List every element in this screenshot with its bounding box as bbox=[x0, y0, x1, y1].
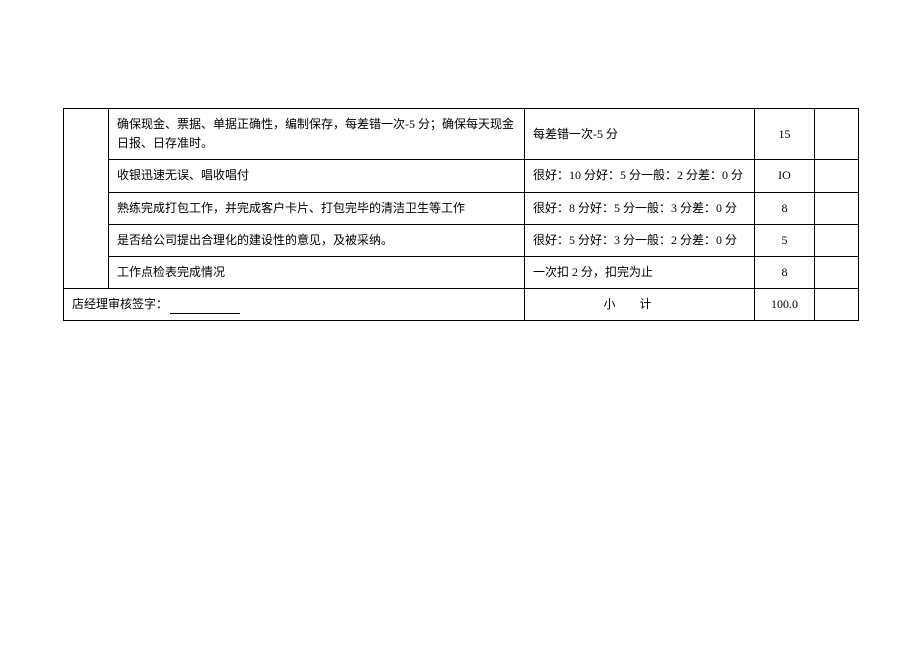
subtotal-label-cell: 小计 bbox=[525, 289, 755, 321]
empty-cell bbox=[815, 256, 859, 288]
desc-cell: 确保现金、票据、单据正确性，编制保存，每差错一次-5 分；确保每天现金日报、日存… bbox=[109, 109, 525, 160]
criteria-cell: 一次扣 2 分，扣完为止 bbox=[525, 256, 755, 288]
empty-cell bbox=[815, 289, 859, 321]
score-cell: 8 bbox=[755, 256, 815, 288]
desc-cell: 是否给公司提出合理化的建设性的意见，及被采纳。 bbox=[109, 224, 525, 256]
criteria-cell: 很好：10 分好：5 分一般：2 分差：0 分 bbox=[525, 160, 755, 192]
score-cell: 15 bbox=[755, 109, 815, 160]
signature-cell: 店经理审核签字： bbox=[64, 289, 525, 321]
score-cell: 8 bbox=[755, 192, 815, 224]
evaluation-table: 确保现金、票据、单据正确性，编制保存，每差错一次-5 分；确保每天现金日报、日存… bbox=[63, 108, 859, 321]
empty-cell bbox=[815, 192, 859, 224]
criteria-cell: 很好：5 分好：3 分一般：2 分差：0 分 bbox=[525, 224, 755, 256]
table-row: 熟练完成打包工作，并完成客户卡片、打包完毕的清洁卫生等工作 很好：8 分好：5 … bbox=[64, 192, 859, 224]
table-row: 确保现金、票据、单据正确性，编制保存，每差错一次-5 分；确保每天现金日报、日存… bbox=[64, 109, 859, 160]
criteria-cell: 每差错一次-5 分 bbox=[525, 109, 755, 160]
category-cell bbox=[64, 109, 109, 289]
score-cell: IO bbox=[755, 160, 815, 192]
footer-row: 店经理审核签字： 小计 100.0 bbox=[64, 289, 859, 321]
signature-line bbox=[170, 302, 240, 314]
criteria-cell: 很好：8 分好：5 分一般：3 分差：0 分 bbox=[525, 192, 755, 224]
signature-label: 店经理审核签字： bbox=[72, 297, 168, 311]
table-row: 收银迅速无误、唱收唱付 很好：10 分好：5 分一般：2 分差：0 分 IO bbox=[64, 160, 859, 192]
desc-cell: 工作点检表完成情况 bbox=[109, 256, 525, 288]
empty-cell bbox=[815, 224, 859, 256]
table-row: 工作点检表完成情况 一次扣 2 分，扣完为止 8 bbox=[64, 256, 859, 288]
table-row: 是否给公司提出合理化的建设性的意见，及被采纳。 很好：5 分好：3 分一般：2 … bbox=[64, 224, 859, 256]
desc-cell: 收银迅速无误、唱收唱付 bbox=[109, 160, 525, 192]
desc-cell: 熟练完成打包工作，并完成客户卡片、打包完毕的清洁卫生等工作 bbox=[109, 192, 525, 224]
empty-cell bbox=[815, 160, 859, 192]
subtotal-value-cell: 100.0 bbox=[755, 289, 815, 321]
score-cell: 5 bbox=[755, 224, 815, 256]
empty-cell bbox=[815, 109, 859, 160]
